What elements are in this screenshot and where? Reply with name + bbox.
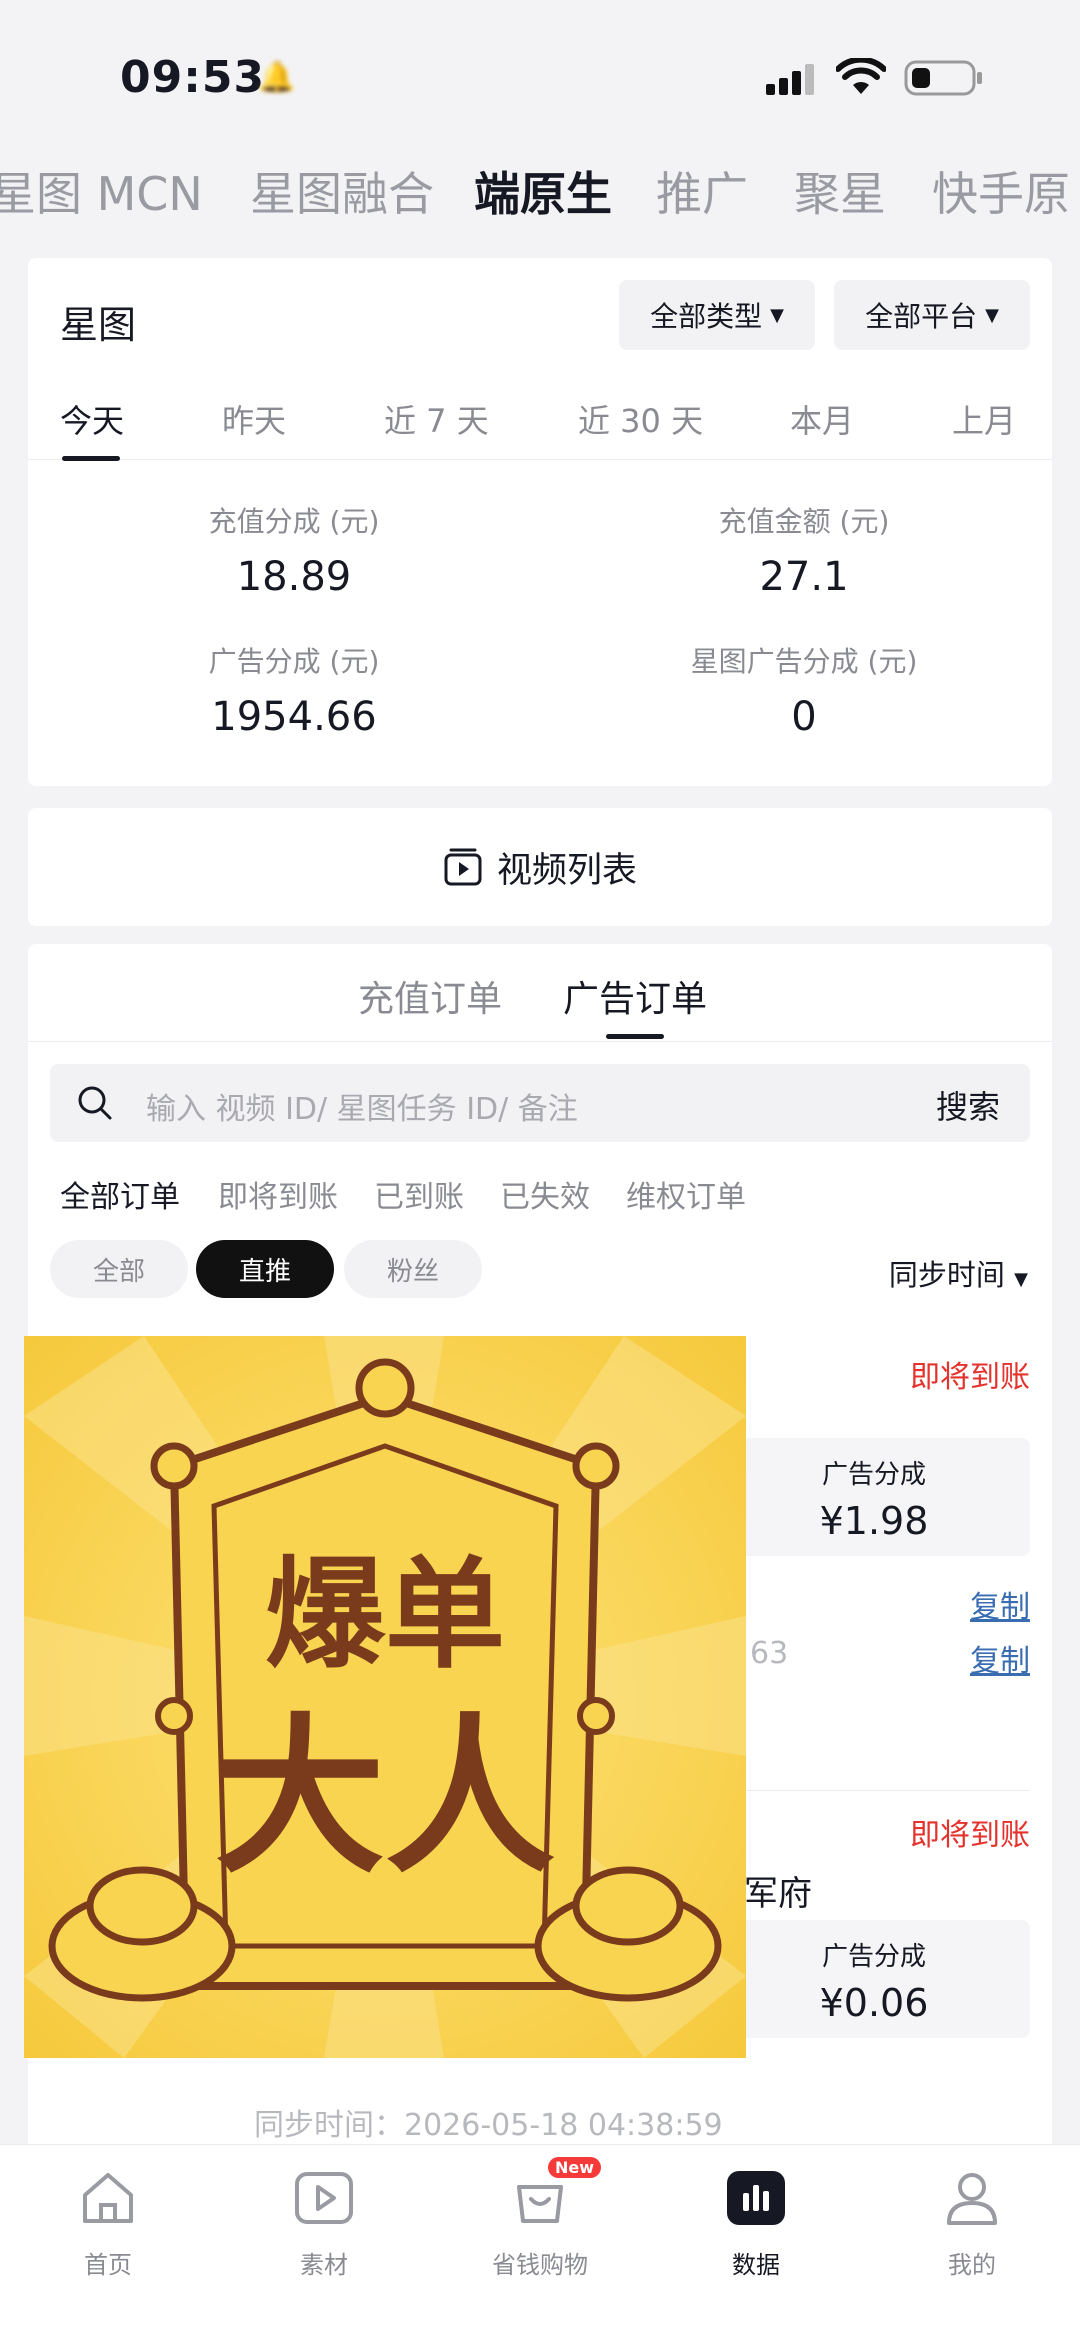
video-list-label: 视频列表 <box>496 850 637 891</box>
nav-home[interactable]: 首页 <box>38 2163 178 2280</box>
stat-xingtu-ad-share: 星图广告分成 (元) 0 <box>634 640 974 740</box>
type-filter-label: 全部类型 <box>650 300 763 333</box>
video-list-icon <box>444 848 482 886</box>
sort-dropdown[interactable]: 同步时间 ▼ <box>889 1252 1028 1294</box>
top-category-tabs: 星图 MCN 星图融合 端原生 推广 聚星 快手原 <box>0 150 1080 230</box>
battery-icon <box>904 60 982 96</box>
caret-down-icon: ▼ <box>1014 1269 1028 1290</box>
date-tab-last-month[interactable]: 上月 <box>952 396 1016 442</box>
order-status: 即将到账 <box>910 1818 1030 1853</box>
order-metric: 广告分成 ¥0.06 <box>718 1920 1030 2038</box>
chip-fans[interactable]: 粉丝 <box>344 1240 482 1298</box>
active-tab-indicator <box>606 1034 664 1039</box>
type-filter-dropdown[interactable]: 全部类型 ▼ <box>619 280 815 350</box>
metric-label: 广告分成 <box>821 1942 926 1972</box>
chip-direct[interactable]: 直推 <box>196 1240 334 1298</box>
date-tab-7days[interactable]: 近 7 天 <box>384 396 489 442</box>
order-name: 军府 <box>744 1874 812 1914</box>
date-tab-30days[interactable]: 近 30 天 <box>578 396 703 442</box>
tab-promotion[interactable]: 推广 <box>656 158 748 224</box>
order-status: 即将到账 <box>910 1360 1030 1395</box>
status-time: 09:53 <box>120 52 266 103</box>
sticker-text-line2: 大人 <box>215 1697 555 1897</box>
signal-icon <box>766 64 814 95</box>
nav-label: 省钱购物 <box>492 2251 588 2279</box>
nav-shopping[interactable]: New 省钱购物 <box>470 2157 610 2280</box>
metric-label: 广告分成 <box>821 1460 926 1490</box>
platform-filter-label: 全部平台 <box>865 300 978 333</box>
status-bar: 09:53 🔔 <box>0 0 1080 140</box>
sticker-text-line1: 爆单 <box>265 1544 505 1685</box>
nav-label: 首页 <box>84 2251 132 2279</box>
order-metric: 广告分成 ¥1.98 <box>718 1438 1030 1556</box>
home-icon <box>83 2173 133 2223</box>
filter-expired[interactable]: 已失效 <box>500 1172 590 1216</box>
filter-all-orders[interactable]: 全部订单 <box>60 1172 180 1216</box>
search-button[interactable]: 搜索 <box>936 1082 1000 1128</box>
nav-data[interactable]: 数据 <box>686 2163 826 2280</box>
tab-ad-orders[interactable]: 广告订单 <box>563 970 707 1022</box>
metric-value: ¥1.98 <box>819 1499 929 1543</box>
tab-recharge-orders[interactable]: 充值订单 <box>358 970 502 1022</box>
stats-card-title: 星图 <box>60 303 137 347</box>
stat-recharge-amount: 充值金额 (元) 27.1 <box>634 500 974 600</box>
stat-value: 1954.66 <box>211 694 377 740</box>
search-icon <box>78 1086 112 1120</box>
sticker-graphic: 爆单 大人 <box>24 1336 746 2058</box>
play-icon <box>295 2172 353 2224</box>
active-tab-indicator <box>62 456 120 461</box>
stats-card: 星图 全部类型 ▼ 全部平台 ▼ 今天 昨天 近 7 天 近 30 天 本月 上… <box>28 258 1052 786</box>
filter-pending[interactable]: 即将到账 <box>218 1172 338 1216</box>
caret-down-icon: ▼ <box>770 304 784 326</box>
platform-filter-dropdown[interactable]: 全部平台 ▼ <box>834 280 1030 350</box>
order-type-tabs: 充值订单 广告订单 <box>28 944 1052 1042</box>
stat-recharge-share: 充值分成 (元) 18.89 <box>124 500 464 600</box>
stat-label: 充值金额 (元) <box>718 505 890 538</box>
search-input[interactable]: 输入 视频 ID/ 星图任务 ID/ 备注 <box>146 1084 578 1128</box>
tab-xingtu-fusion[interactable]: 星图融合 <box>250 158 434 224</box>
search-bar: 输入 视频 ID/ 星图任务 ID/ 备注 搜索 <box>50 1064 1030 1142</box>
wifi-icon <box>836 58 886 94</box>
stat-ad-share: 广告分成 (元) 1954.66 <box>124 640 464 740</box>
video-list-button[interactable]: 视频列表 <box>28 808 1052 926</box>
copy-button[interactable]: 复制 <box>970 1582 1030 1626</box>
nav-materials[interactable]: 素材 <box>254 2163 394 2280</box>
date-tab-today[interactable]: 今天 <box>60 396 124 442</box>
date-tab-yesterday[interactable]: 昨天 <box>222 396 286 442</box>
copy-button[interactable]: 复制 <box>970 1636 1030 1680</box>
date-tab-this-month[interactable]: 本月 <box>790 396 854 442</box>
notification-icon: 🔔 <box>258 60 296 95</box>
filter-received[interactable]: 已到账 <box>374 1172 464 1216</box>
tab-native[interactable]: 端原生 <box>474 158 612 224</box>
tab-juxing[interactable]: 聚星 <box>794 158 886 224</box>
metric-value: ¥0.06 <box>819 1981 929 2025</box>
stat-label: 广告分成 (元) <box>208 645 380 678</box>
stat-value: 0 <box>791 694 817 740</box>
sort-label: 同步时间 <box>888 1258 1005 1292</box>
chip-all[interactable]: 全部 <box>50 1240 188 1298</box>
profile-icon <box>947 2173 997 2225</box>
sticker-image: 爆单 大人 <box>24 1336 746 2058</box>
nav-label: 我的 <box>948 2251 996 2279</box>
tab-xingtu-mcn[interactable]: 星图 MCN <box>0 158 203 224</box>
filter-disputed[interactable]: 维权订单 <box>626 1172 746 1216</box>
stat-value: 18.89 <box>236 554 352 600</box>
stat-value: 27.1 <box>759 554 849 600</box>
nav-label: 数据 <box>732 2251 780 2279</box>
nav-label: 素材 <box>300 2251 348 2279</box>
date-range-tabs: 今天 昨天 近 7 天 近 30 天 本月 上月 <box>28 378 1052 461</box>
stat-label: 充值分成 (元) <box>208 505 380 538</box>
tab-kuaishou[interactable]: 快手原 <box>932 158 1070 224</box>
nav-profile[interactable]: 我的 <box>902 2163 1042 2280</box>
stat-label: 星图广告分成 (元) <box>690 645 918 678</box>
chart-icon <box>727 2171 785 2225</box>
new-badge: New <box>548 2157 602 2178</box>
sync-time: 同步时间：2026-05-18 04:38:59 <box>254 2108 723 2143</box>
order-id-partial: 63 <box>750 1636 789 1671</box>
caret-down-icon: ▼ <box>985 304 999 326</box>
bottom-navigation: 首页 素材 New 省钱购物 数据 我的 <box>0 2144 1080 2348</box>
